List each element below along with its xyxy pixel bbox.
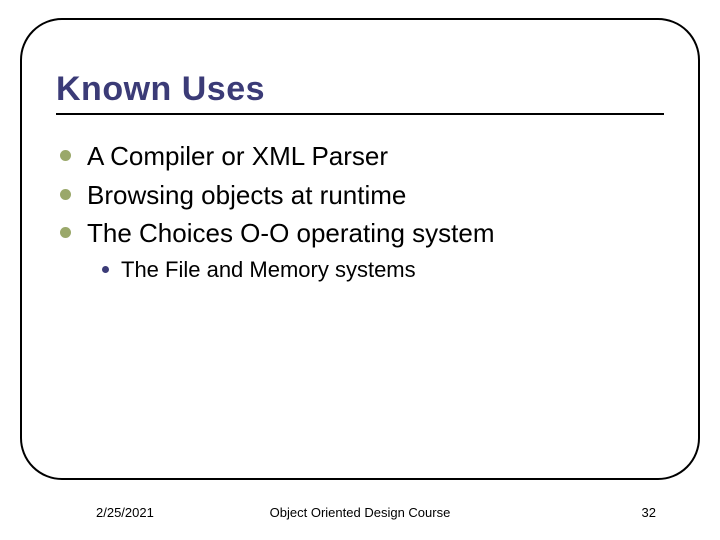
list-item-text: The Choices O-O operating system [87,217,495,250]
footer-page-number: 32 [642,505,656,520]
slide-title: Known Uses [56,70,664,109]
footer-course: Object Oriented Design Course [0,505,720,520]
title-underline: Known Uses [56,70,664,115]
bullet-icon [60,150,71,161]
sub-list-item-text: The File and Memory systems [121,256,416,284]
slide: Known Uses A Compiler or XML Parser Brow… [0,0,720,540]
bullet-icon [60,189,71,200]
list-item-text: A Compiler or XML Parser [87,140,388,173]
slide-content: A Compiler or XML Parser Browsing object… [60,140,664,283]
list-item-text: Browsing objects at runtime [87,179,406,212]
list-item: A Compiler or XML Parser [60,140,664,173]
list-item: Browsing objects at runtime [60,179,664,212]
sub-bullet-icon [102,266,109,273]
sub-list-item: The File and Memory systems [102,256,664,284]
list-item: The Choices O-O operating system [60,217,664,250]
bullet-icon [60,227,71,238]
slide-footer: 2/25/2021 Object Oriented Design Course … [0,496,720,520]
